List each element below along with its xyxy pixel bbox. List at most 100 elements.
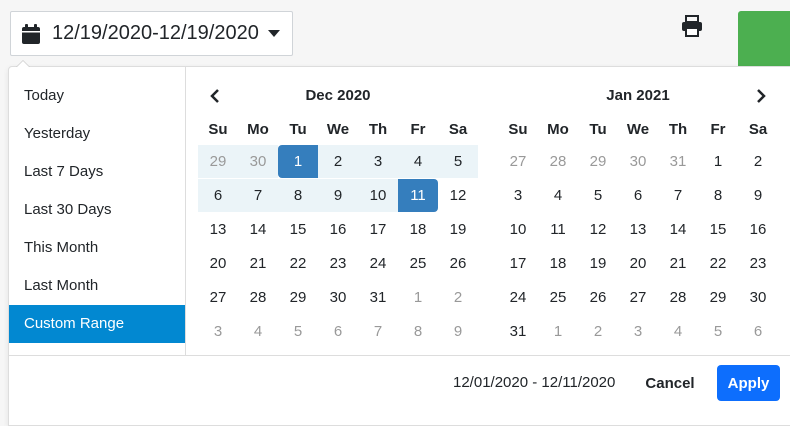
calendar-day[interactable]: 27 (618, 281, 658, 314)
calendar-day[interactable]: 4 (398, 145, 438, 178)
calendar-day[interactable]: 3 (498, 179, 538, 212)
calendar-day-off[interactable]: 6 (318, 315, 358, 348)
calendar-day[interactable]: 22 (278, 247, 318, 280)
calendar-day[interactable]: 1 (278, 145, 318, 178)
calendar-day-off[interactable]: 29 (578, 145, 618, 178)
apply-button[interactable]: Apply (717, 365, 780, 401)
cancel-button[interactable]: Cancel (639, 365, 701, 401)
calendar-day-off[interactable]: 7 (358, 315, 398, 348)
calendar-day[interactable]: 30 (738, 281, 778, 314)
calendar-day[interactable]: 9 (318, 179, 358, 212)
calendar-day[interactable]: 16 (318, 213, 358, 246)
calendar-day-off[interactable]: 5 (698, 315, 738, 348)
calendar-day[interactable]: 31 (498, 315, 538, 348)
calendar-day[interactable]: 13 (198, 213, 238, 246)
chevron-right-icon[interactable] (754, 88, 768, 104)
calendar-day[interactable]: 15 (698, 213, 738, 246)
calendar-day[interactable]: 3 (358, 145, 398, 178)
calendar-day[interactable]: 8 (278, 179, 318, 212)
calendar-day[interactable]: 15 (278, 213, 318, 246)
calendar-day[interactable]: 27 (198, 281, 238, 314)
calendar-day-off[interactable]: 30 (238, 145, 278, 178)
calendar-day[interactable]: 5 (438, 145, 478, 178)
calendar-day-off[interactable]: 28 (538, 145, 578, 178)
calendar-day[interactable]: 14 (238, 213, 278, 246)
green-action-button[interactable] (738, 11, 790, 71)
calendar-day[interactable]: 28 (658, 281, 698, 314)
calendar-day-off[interactable]: 31 (658, 145, 698, 178)
calendar-day[interactable]: 22 (698, 247, 738, 280)
range-item-last-month[interactable]: Last Month (9, 267, 185, 305)
range-item-custom-range[interactable]: Custom Range (9, 305, 185, 343)
calendar-day-off[interactable]: 29 (198, 145, 238, 178)
calendar-day[interactable]: 28 (238, 281, 278, 314)
calendar-day[interactable]: 24 (358, 247, 398, 280)
calendar-day[interactable]: 26 (578, 281, 618, 314)
calendar-day[interactable]: 23 (318, 247, 358, 280)
range-item-this-month[interactable]: This Month (9, 229, 185, 267)
printer-icon[interactable] (680, 14, 704, 38)
calendar-day[interactable]: 26 (438, 247, 478, 280)
calendar-day[interactable]: 25 (398, 247, 438, 280)
calendar-day[interactable]: 2 (738, 145, 778, 178)
calendar-day-off[interactable]: 1 (398, 281, 438, 314)
calendar-day[interactable]: 14 (658, 213, 698, 246)
range-item-yesterday[interactable]: Yesterday (9, 115, 185, 153)
calendar-day[interactable]: 29 (278, 281, 318, 314)
calendar-day[interactable]: 6 (618, 179, 658, 212)
calendar-day[interactable]: 25 (538, 281, 578, 314)
range-item-last-30-days[interactable]: Last 30 Days (9, 191, 185, 229)
range-item-last-7-days[interactable]: Last 7 Days (9, 153, 185, 191)
calendar-day-off[interactable]: 30 (618, 145, 658, 178)
calendar-day[interactable]: 11 (538, 213, 578, 246)
calendar-day[interactable]: 29 (698, 281, 738, 314)
calendar-day[interactable]: 17 (358, 213, 398, 246)
calendar-day[interactable]: 5 (578, 179, 618, 212)
calendar-day-off[interactable]: 4 (658, 315, 698, 348)
date-range-trigger[interactable]: 12/19/2020-12/19/2020 (10, 11, 293, 56)
range-item-today[interactable]: Today (9, 77, 185, 115)
calendar-day[interactable]: 16 (738, 213, 778, 246)
calendar-day[interactable]: 10 (498, 213, 538, 246)
calendar-day-off[interactable]: 8 (398, 315, 438, 348)
calendar-day[interactable]: 10 (358, 179, 398, 212)
calendar-day[interactable]: 2 (318, 145, 358, 178)
calendar-day-off[interactable]: 27 (498, 145, 538, 178)
calendar-day[interactable]: 19 (578, 247, 618, 280)
calendar-day[interactable]: 20 (198, 247, 238, 280)
calendar-day[interactable]: 21 (658, 247, 698, 280)
calendar-day[interactable]: 8 (698, 179, 738, 212)
calendar-day-off[interactable]: 4 (238, 315, 278, 348)
calendar-day-off[interactable]: 9 (438, 315, 478, 348)
calendar-day[interactable]: 9 (738, 179, 778, 212)
calendar-day-off[interactable]: 2 (438, 281, 478, 314)
calendar-day[interactable]: 20 (618, 247, 658, 280)
weekday-label: Su (508, 121, 528, 138)
calendar-day[interactable]: 12 (438, 179, 478, 212)
calendar-day-off[interactable]: 5 (278, 315, 318, 348)
calendar-day-off[interactable]: 1 (538, 315, 578, 348)
calendar-day[interactable]: 12 (578, 213, 618, 246)
weekday-label: We (626, 121, 650, 138)
calendar-day[interactable]: 30 (318, 281, 358, 314)
calendar-day-off[interactable]: 6 (738, 315, 778, 348)
calendar-day[interactable]: 7 (238, 179, 278, 212)
calendar-day[interactable]: 24 (498, 281, 538, 314)
weekday-label: We (326, 121, 350, 138)
calendar-day[interactable]: 18 (538, 247, 578, 280)
calendar-day[interactable]: 31 (358, 281, 398, 314)
calendar-day[interactable]: 11 (398, 179, 438, 212)
calendar-day[interactable]: 13 (618, 213, 658, 246)
calendar-day[interactable]: 6 (198, 179, 238, 212)
calendar-day-off[interactable]: 2 (578, 315, 618, 348)
calendar-day[interactable]: 19 (438, 213, 478, 246)
calendar-day[interactable]: 4 (538, 179, 578, 212)
calendar-day[interactable]: 1 (698, 145, 738, 178)
calendar-day[interactable]: 21 (238, 247, 278, 280)
calendar-day[interactable]: 17 (498, 247, 538, 280)
calendar-day[interactable]: 23 (738, 247, 778, 280)
calendar-day-off[interactable]: 3 (618, 315, 658, 348)
calendar-day[interactable]: 7 (658, 179, 698, 212)
calendar-day-off[interactable]: 3 (198, 315, 238, 348)
calendar-day[interactable]: 18 (398, 213, 438, 246)
